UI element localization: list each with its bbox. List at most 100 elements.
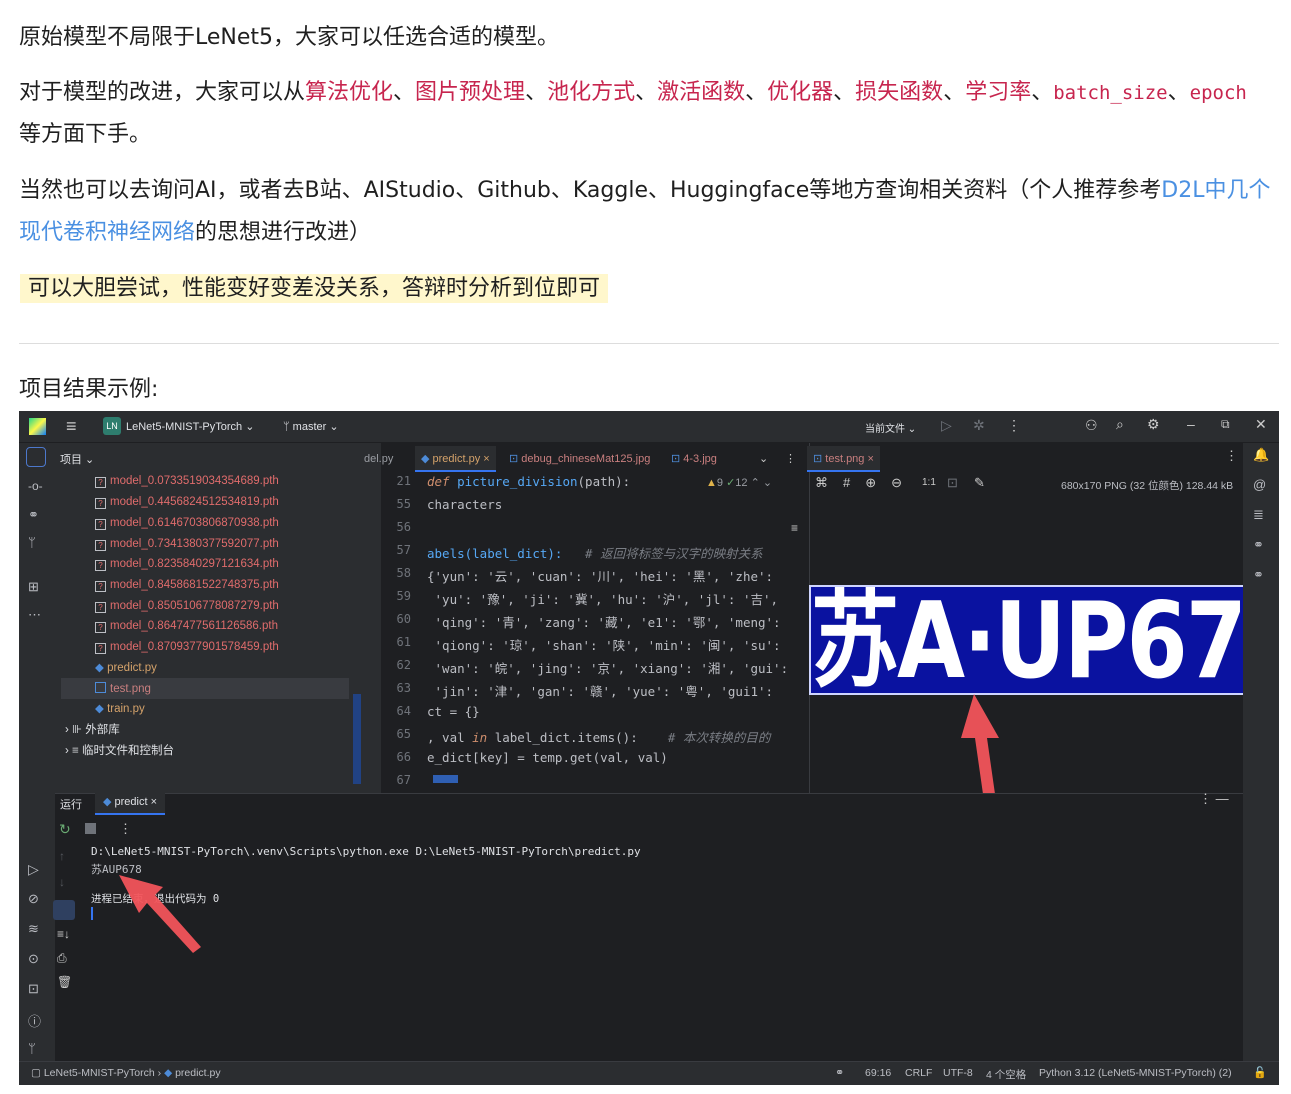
background-icon[interactable]: ⊡: [947, 475, 958, 491]
add-user-icon[interactable]: ⚇: [1085, 417, 1098, 434]
terminal-icon[interactable]: ⊡: [28, 981, 39, 997]
search-icon[interactable]: ⌕: [1116, 416, 1124, 433]
tree-external-libs[interactable]: › ⊪ 外部库: [65, 720, 120, 740]
layers-icon[interactable]: ≋: [28, 921, 39, 937]
status-breadcrumb[interactable]: ▢ LeNet5-MNIST-PyTorch › ◆ predict.py: [31, 1067, 221, 1079]
lock-icon[interactable]: 🔓: [1253, 1066, 1267, 1079]
plugins-icon[interactable]: ⚭: [28, 507, 39, 523]
ok-count: 12: [735, 477, 748, 489]
status-interpreter[interactable]: Python 3.12 (LeNet5-MNIST-PyTorch) (2): [1039, 1067, 1232, 1079]
up-icon[interactable]: ↑: [59, 849, 65, 863]
close-icon[interactable]: ×: [483, 453, 489, 465]
tree-file[interactable]: ◆ predict.py: [95, 658, 157, 678]
copilot-chat-icon[interactable]: ⚭: [1253, 567, 1264, 583]
para2-suffix: 等方面下手。: [19, 122, 152, 147]
actual-size-button[interactable]: 1:1: [922, 477, 936, 488]
tab-predict[interactable]: ◆ predict.py ×: [415, 446, 496, 472]
more-tools-icon[interactable]: ⋯: [28, 607, 41, 623]
status-eol[interactable]: CRLF: [905, 1067, 932, 1079]
pull-request-icon[interactable]: ᛘ: [28, 535, 36, 550]
color-picker-icon[interactable]: ✎: [974, 475, 985, 491]
structure-icon[interactable]: ⊞: [28, 579, 39, 595]
status-position[interactable]: 69:16: [865, 1067, 891, 1079]
tab-4-3[interactable]: ⊡ 4-3.jpg: [671, 446, 717, 472]
grid-icon[interactable]: #: [843, 475, 865, 490]
close-icon[interactable]: ×: [151, 796, 157, 808]
git-icon[interactable]: ᛘ: [28, 1041, 36, 1056]
code-line-65: , val in label_dict.items(): # 本次转换的目的: [427, 727, 770, 746]
minimize-icon[interactable]: –: [1187, 416, 1195, 432]
more-icon[interactable]: ⋮: [1007, 417, 1021, 434]
print-icon[interactable]: ⎙: [57, 951, 67, 966]
ai-assistant-icon[interactable]: @: [1253, 477, 1266, 492]
problems-icon[interactable]: ⓘ: [28, 1011, 41, 1030]
run-tool-icon[interactable]: ▷: [28, 861, 39, 878]
menu-icon[interactable]: ≡: [66, 417, 77, 435]
run-options-icon[interactable]: ⋮: [119, 821, 132, 837]
close-icon[interactable]: ✕: [1255, 416, 1267, 433]
status-encoding[interactable]: UTF-8: [943, 1067, 973, 1079]
line-number: 64: [396, 704, 411, 718]
restore-icon[interactable]: ⧉: [1221, 417, 1230, 432]
commit-icon[interactable]: -o-: [28, 479, 43, 493]
tab-more-icon[interactable]: ⋮: [785, 446, 796, 472]
run-tab-predict[interactable]: ◆ predict ×: [95, 789, 166, 815]
status-indent[interactable]: 4 个空格: [986, 1067, 1026, 1082]
close-icon[interactable]: ×: [867, 453, 873, 465]
image-file-icon: ⊡: [671, 453, 681, 465]
debug-icon[interactable]: ✲: [973, 417, 985, 434]
ide-titlebar: ≡ LN LeNet5-MNIST-PyTorch ⌄ ᛘ master ⌄ 当…: [19, 411, 1279, 443]
tree-file[interactable]: ? model_0.6146703806870938.pth: [95, 513, 279, 533]
file-icon: ?: [95, 581, 106, 592]
tab-debug-image[interactable]: ⊡ debug_chineseMat125.jpg: [509, 446, 650, 472]
tree-file[interactable]: ? model_0.7341380377592077.pth: [95, 534, 279, 554]
stop-icon[interactable]: [85, 823, 96, 834]
tree-file-selected[interactable]: test.png: [95, 679, 151, 699]
sep: 、: [1167, 80, 1190, 105]
inspection-widget[interactable]: ▲9 ✓12 ⌃ ⌄: [706, 476, 772, 489]
project-tool-icon[interactable]: [26, 447, 46, 467]
trash-icon[interactable]: 🗑: [57, 975, 72, 989]
image-file-icon: ⊡: [813, 453, 823, 465]
tab-list-chevron-icon[interactable]: ⌄: [759, 446, 768, 472]
copilot-status-icon[interactable]: ⚭: [835, 1066, 844, 1079]
reader-mode-icon[interactable]: ≡: [791, 521, 798, 535]
python-console-icon[interactable]: ⊘: [28, 891, 39, 907]
run-icon[interactable]: ▷: [941, 417, 952, 434]
run-panel-title: 运行: [60, 799, 82, 811]
tab-model[interactable]: del.py: [364, 446, 393, 472]
run-config-select[interactable]: 当前文件 ⌄: [865, 420, 916, 435]
project-panel-header[interactable]: 项目 ⌄: [60, 451, 94, 467]
zoom-out-icon[interactable]: ⊖: [891, 475, 917, 490]
fit-icon[interactable]: ⌘: [815, 475, 843, 490]
tree-file[interactable]: ? model_0.8709377901578459.pth: [95, 637, 279, 657]
branch-switcher[interactable]: ᛘ master ⌄: [283, 420, 339, 433]
copilot-icon[interactable]: ⚭: [1253, 537, 1264, 553]
tree-file[interactable]: ? model_0.8647477561126586.pth: [95, 616, 278, 636]
notifications-icon[interactable]: 🔔: [1253, 447, 1269, 463]
image-more-icon[interactable]: ⋮: [1225, 448, 1238, 464]
zoom-in-icon[interactable]: ⊕: [865, 475, 891, 490]
status-bar: ▢ LeNet5-MNIST-PyTorch › ◆ predict.py ⚭ …: [19, 1061, 1279, 1085]
tab-test-png[interactable]: ⊡ test.png ×: [807, 446, 880, 472]
project-switcher[interactable]: LeNet5-MNIST-PyTorch ⌄: [126, 420, 254, 433]
settings-icon[interactable]: ⚙: [1147, 416, 1160, 433]
rerun-icon[interactable]: ↻: [59, 821, 71, 838]
soft-wrap-icon[interactable]: [53, 900, 75, 920]
tree-file[interactable]: ? model_0.0733519034354689.pth: [95, 471, 279, 491]
file-icon: ?: [95, 477, 106, 488]
down-icon[interactable]: ↓: [59, 875, 65, 889]
tree-file[interactable]: ? model_0.8235840297121634.pth: [95, 554, 279, 574]
tree-scrollbar[interactable]: [353, 694, 361, 784]
scroll-end-icon[interactable]: ≡↓: [57, 927, 70, 941]
tree-file[interactable]: ? model_0.8505106778087279.pth: [95, 596, 279, 616]
tree-file[interactable]: ? model_0.4456824512534819.pth: [95, 492, 279, 512]
tree-scratches[interactable]: › ≡ 临时文件和控制台: [65, 741, 174, 761]
tree-file[interactable]: ◆ train.py: [95, 699, 145, 719]
run-more-icon[interactable]: ⋮ —: [1199, 791, 1229, 807]
database-icon[interactable]: ≣: [1253, 507, 1264, 523]
services-icon[interactable]: ⊙: [28, 951, 39, 967]
tree-file-name: model_0.8235840297121634.pth: [110, 558, 279, 570]
tree-file[interactable]: ? model_0.8458681522748375.pth: [95, 575, 279, 595]
code-line-66: e_dict[key] = temp.get(val, val): [427, 750, 668, 765]
